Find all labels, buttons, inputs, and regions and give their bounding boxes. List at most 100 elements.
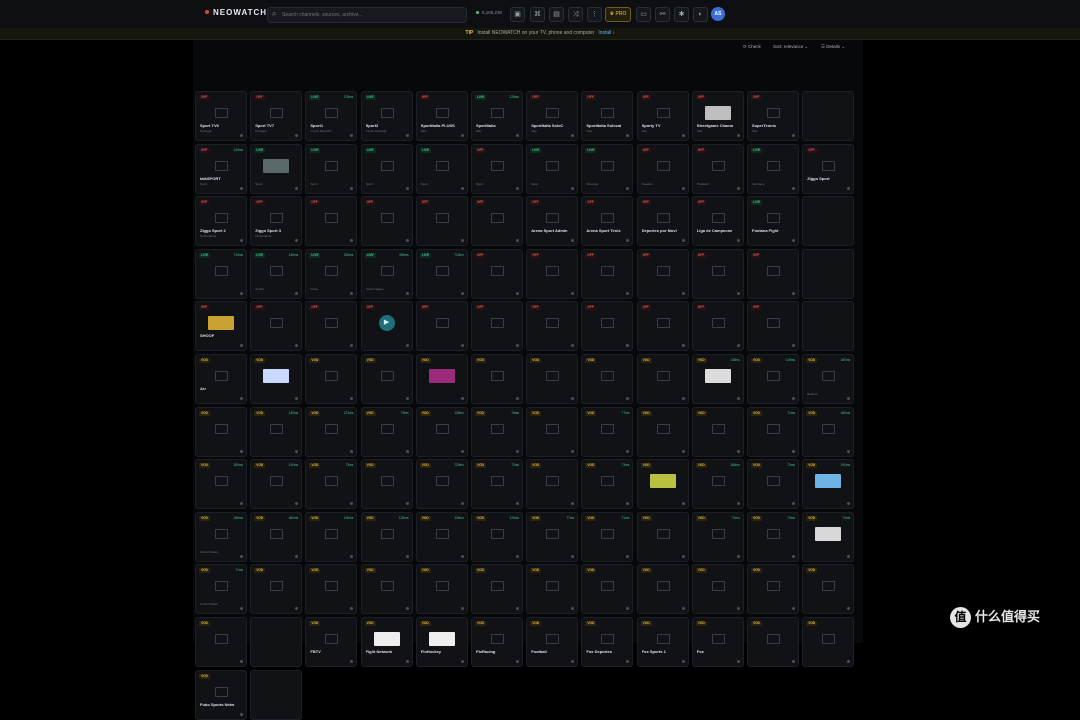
channel-card[interactable]: VOD 72ms	[471, 459, 523, 510]
favorite-icon[interactable]	[405, 502, 409, 506]
favorite-icon[interactable]	[516, 239, 519, 243]
favorite-icon[interactable]	[516, 449, 519, 453]
favorite-icon[interactable]	[405, 186, 409, 190]
favorite-icon[interactable]	[736, 397, 740, 400]
channel-card[interactable]: OFF	[471, 196, 523, 247]
play-icon[interactable]: ▶	[378, 315, 395, 332]
favorite-icon[interactable]	[626, 291, 630, 295]
favorite-icon[interactable]	[571, 134, 575, 137]
channel-card[interactable]: VOD Fubo Sports Netw	[195, 669, 247, 720]
channel-card[interactable]: VOD	[747, 564, 799, 615]
channel-card[interactable]: VOD FBTV	[305, 617, 358, 667]
avatar[interactable]: AS	[711, 7, 725, 21]
channel-card[interactable]: OFF ▶	[360, 301, 413, 352]
favorite-icon[interactable]	[736, 607, 740, 611]
favorite-icon[interactable]	[240, 397, 243, 400]
channel-card[interactable]: VOD	[250, 354, 303, 404]
favorite-icon[interactable]	[681, 291, 685, 295]
grid-icon[interactable]: ⋮	[587, 7, 602, 22]
favorite-icon[interactable]	[295, 607, 299, 611]
channel-card[interactable]: LIVE Sport2 Czech Republic	[360, 91, 413, 141]
channel-card[interactable]: VOD Arr	[195, 354, 247, 404]
channel-card[interactable]: VOD 180ms Belarus	[802, 354, 855, 404]
channel-card[interactable]: VOD 180ms United States	[195, 511, 247, 562]
favorite-icon[interactable]	[460, 344, 464, 348]
favorite-icon[interactable]	[792, 502, 795, 506]
tv-icon[interactable]: ▣	[510, 7, 525, 22]
channel-card[interactable]: VOD	[691, 564, 744, 615]
favorite-icon[interactable]	[626, 186, 630, 190]
channel-card[interactable]: VOD	[636, 459, 689, 510]
favorite-icon[interactable]	[240, 607, 243, 611]
channel-card[interactable]: OFF	[360, 196, 413, 247]
favorite-icon[interactable]	[460, 502, 464, 506]
favorite-icon[interactable]	[681, 239, 685, 243]
favorite-icon[interactable]	[240, 239, 243, 243]
channel-card[interactable]: OFF	[747, 301, 799, 352]
channel-card[interactable]: OFF	[581, 301, 634, 352]
favorite-icon[interactable]	[405, 607, 409, 611]
favorite-icon[interactable]	[626, 502, 630, 506]
favorite-icon[interactable]	[847, 554, 851, 558]
channel-card[interactable]: VOD	[415, 354, 468, 404]
favorite-icon[interactable]	[792, 186, 795, 190]
favorite-icon[interactable]	[736, 660, 740, 663]
search-input[interactable]	[282, 9, 462, 20]
favorite-icon[interactable]	[350, 502, 354, 506]
favorite-icon[interactable]	[681, 502, 685, 506]
favorite-icon[interactable]	[681, 397, 685, 400]
favorite-icon[interactable]	[240, 291, 243, 295]
channel-card[interactable]	[802, 196, 855, 247]
favorite-icon[interactable]	[571, 660, 575, 663]
channel-card[interactable]: VOD	[636, 564, 689, 615]
favorite-icon[interactable]	[295, 449, 299, 453]
monitor-icon[interactable]: ▭	[636, 7, 651, 22]
channel-card[interactable]: LIVE Sport	[526, 143, 579, 194]
favorite-icon[interactable]	[516, 134, 519, 137]
channel-card[interactable]: OFF	[636, 248, 689, 299]
favorite-icon[interactable]	[792, 239, 795, 243]
favorite-icon[interactable]	[736, 344, 740, 348]
channel-card[interactable]: OFF Ziggo Sport	[802, 143, 855, 194]
channel-card[interactable]: VOD 130ms	[250, 406, 303, 457]
channel-card[interactable]: VOD 180ms	[250, 511, 303, 562]
favorite-icon[interactable]	[571, 186, 575, 190]
favorite-icon[interactable]	[792, 607, 795, 611]
channel-card[interactable]: VOD 73ms	[581, 459, 634, 510]
channel-card[interactable]: LIVE Sport	[360, 143, 413, 194]
check-button[interactable]: ⟳ Check	[743, 44, 761, 50]
channel-card[interactable]: VOD 73ms	[305, 459, 358, 510]
favorite-icon[interactable]	[240, 712, 243, 716]
favorite-icon[interactable]	[405, 660, 409, 663]
channel-card[interactable]: VOD 720ms	[415, 459, 468, 510]
channel-card[interactable]: VOD	[636, 511, 689, 562]
channel-card[interactable]: OFF Ziggo Sport 3 Netherlands	[250, 196, 303, 247]
favorite-icon[interactable]	[792, 660, 795, 663]
channel-card[interactable]: VOD 140ms	[250, 459, 303, 510]
favorite-icon[interactable]	[240, 660, 243, 663]
channel-card[interactable]: OFF	[526, 248, 579, 299]
channel-card[interactable]: LIVE 145ms Serbia	[250, 248, 303, 299]
channel-card[interactable]: VOD	[691, 406, 744, 457]
favorite-icon[interactable]	[681, 660, 685, 663]
favorite-icon[interactable]	[350, 344, 354, 348]
favorite-icon[interactable]	[405, 449, 409, 453]
favorite-icon[interactable]	[681, 449, 685, 453]
favorite-icon[interactable]	[240, 449, 243, 453]
favorite-icon[interactable]	[847, 186, 851, 190]
channel-card[interactable]	[802, 301, 855, 352]
favorite-icon[interactable]	[295, 554, 299, 558]
channel-card[interactable]: VOD 77ms	[581, 406, 634, 457]
favorite-icon[interactable]	[626, 134, 630, 137]
channel-card[interactable]: VOD FloHockey	[415, 617, 468, 667]
channel-card[interactable]: OFF Arena Sport Tenis	[581, 196, 634, 247]
favorite-icon[interactable]	[571, 607, 575, 611]
channel-card[interactable]: VOD	[802, 564, 855, 615]
favorite-icon[interactable]	[405, 344, 409, 348]
channel-card[interactable]	[250, 669, 303, 720]
channel-card[interactable]: VOD Fox Deportes	[581, 617, 634, 667]
favorite-icon[interactable]	[736, 134, 740, 137]
channel-card[interactable]: LIVE 300ms Cuba	[305, 248, 358, 299]
search-box[interactable]: ⌕	[267, 7, 467, 23]
channel-card[interactable]: VOD	[636, 406, 689, 457]
